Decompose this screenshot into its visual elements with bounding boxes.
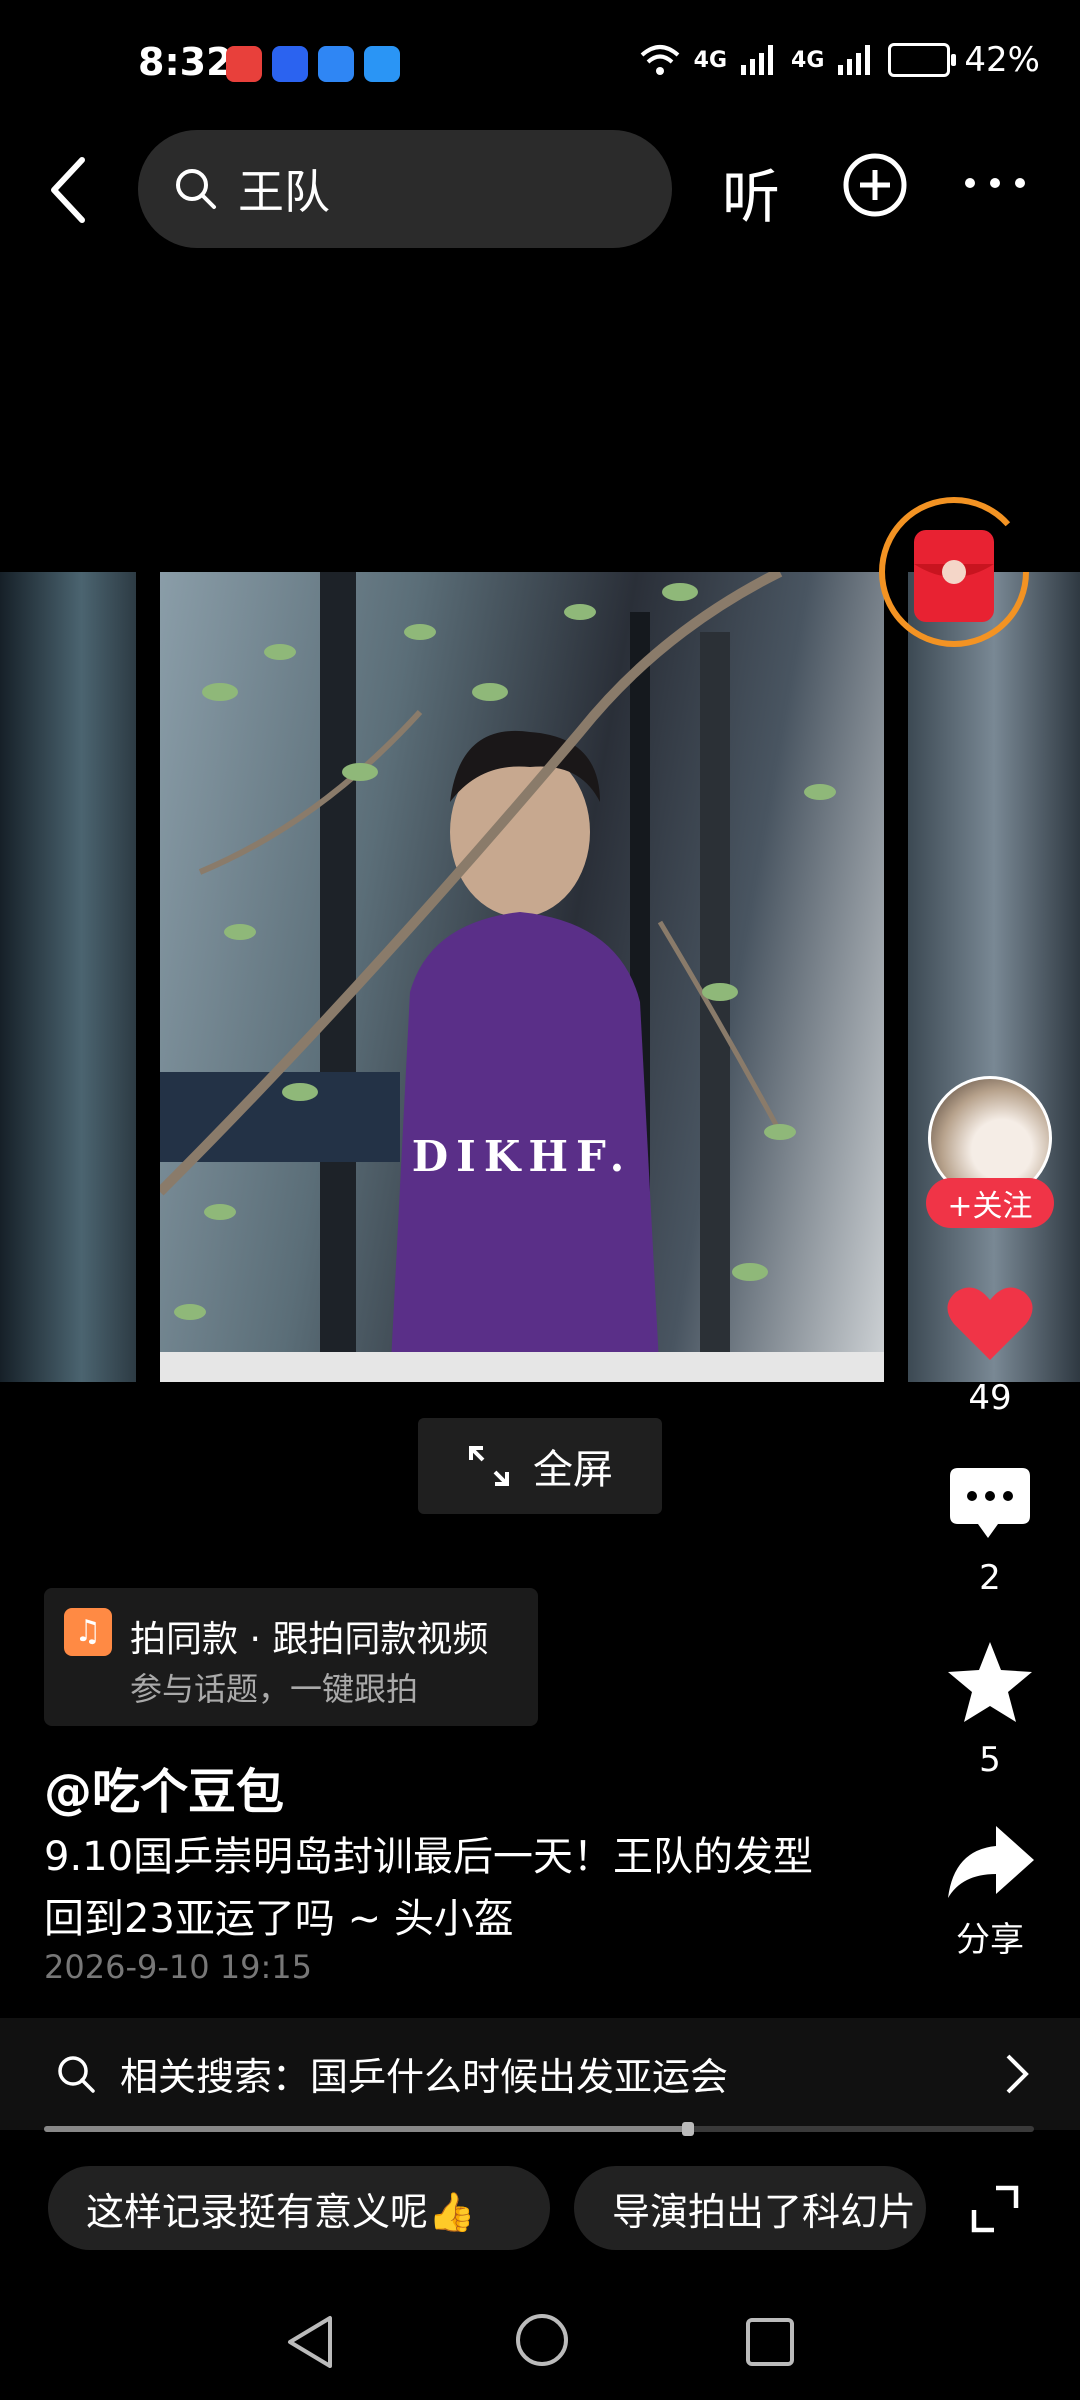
signal-2-icon bbox=[838, 45, 871, 75]
video-blur-left bbox=[0, 572, 136, 1382]
add-icon[interactable] bbox=[842, 152, 908, 218]
video-blur-right bbox=[908, 572, 1080, 1382]
share-arrow-icon[interactable] bbox=[946, 1822, 1036, 1902]
fullscreen-label: 全屏 bbox=[533, 1447, 613, 1493]
comment-chip[interactable]: 这样记录挺有意义呢👍 bbox=[48, 2166, 550, 2250]
bolt-app-icon bbox=[272, 46, 308, 82]
battery-icon bbox=[888, 43, 957, 77]
video-watermark: DIKHF. bbox=[411, 1132, 633, 1181]
related-search-bar[interactable]: 相关搜索：国乒什么时候出发亚运会 bbox=[0, 2018, 1080, 2130]
chevron-right-icon bbox=[1006, 2054, 1029, 2094]
status-time: 8:32 bbox=[138, 40, 233, 84]
listen-button[interactable]: 听 bbox=[722, 150, 780, 234]
video-player[interactable]: DIKHF. bbox=[160, 572, 884, 1382]
expand-arrows-icon bbox=[469, 1446, 509, 1486]
share-label[interactable]: 分享 bbox=[920, 1912, 1060, 1961]
network-2: 4G bbox=[791, 47, 825, 73]
signal-1-icon bbox=[741, 45, 774, 75]
comment-chip[interactable]: 导演拍出了科幻片 bbox=[574, 2166, 926, 2250]
system-back-icon[interactable] bbox=[282, 2312, 338, 2372]
related-search-text: 相关搜索：国乒什么时候出发亚运会 bbox=[120, 2055, 729, 2099]
more-options-icon[interactable] bbox=[962, 168, 1028, 198]
search-box[interactable]: 王队 bbox=[138, 130, 672, 248]
like-heart-icon[interactable] bbox=[946, 1282, 1034, 1362]
search-query: 王队 bbox=[238, 165, 330, 219]
system-home-icon[interactable] bbox=[514, 2312, 570, 2368]
browser-app-icon bbox=[318, 46, 354, 82]
comment-icon[interactable] bbox=[948, 1466, 1032, 1542]
likes-count: 49 bbox=[968, 1378, 1012, 1418]
comments-count: 2 bbox=[979, 1558, 1001, 1598]
system-recents-icon[interactable] bbox=[744, 2316, 796, 2368]
same-style-subtitle: 参与话题，一键跟拍 bbox=[130, 1670, 419, 1708]
wifi-icon bbox=[640, 45, 679, 75]
same-style-card[interactable]: ♫ 拍同款 · 跟拍同款视频 参与话题，一键跟拍 bbox=[44, 1588, 538, 1726]
search-icon bbox=[58, 2056, 95, 2093]
huawei-app-icon bbox=[226, 46, 262, 82]
back-arrow-icon[interactable] bbox=[40, 150, 100, 230]
same-style-title: 拍同款 · 跟拍同款视频 bbox=[130, 1619, 489, 1660]
video-scene bbox=[160, 572, 884, 1382]
video-progress-handle[interactable] bbox=[681, 2122, 694, 2136]
video-progress-fill bbox=[44, 2126, 688, 2132]
status-right: 4G 4G 42% bbox=[640, 40, 1040, 80]
network-1: 4G bbox=[693, 47, 728, 73]
fullscreen-button[interactable]: 全屏 bbox=[418, 1418, 662, 1514]
music-note-icon: ♫ bbox=[64, 1608, 112, 1656]
weather-app-icon bbox=[364, 46, 400, 82]
follow-button[interactable]: +关注 bbox=[926, 1178, 1054, 1228]
post-caption: 9.10国乒崇明岛封训最后一天！王队的发型回到23亚运了吗 ~ 头小盔 bbox=[44, 1834, 814, 1942]
search-icon bbox=[176, 169, 216, 209]
author-name[interactable]: @吃个豆包 bbox=[44, 1752, 284, 1822]
red-packet-icon[interactable] bbox=[876, 494, 1032, 650]
expand-comments-icon[interactable] bbox=[970, 2184, 1020, 2234]
battery-percent: 42% bbox=[964, 40, 1040, 80]
post-timestamp: 2026-9-10 19:15 bbox=[44, 1948, 312, 1986]
favorites-count: 5 bbox=[979, 1740, 1001, 1780]
favorite-star-icon[interactable] bbox=[946, 1640, 1034, 1724]
